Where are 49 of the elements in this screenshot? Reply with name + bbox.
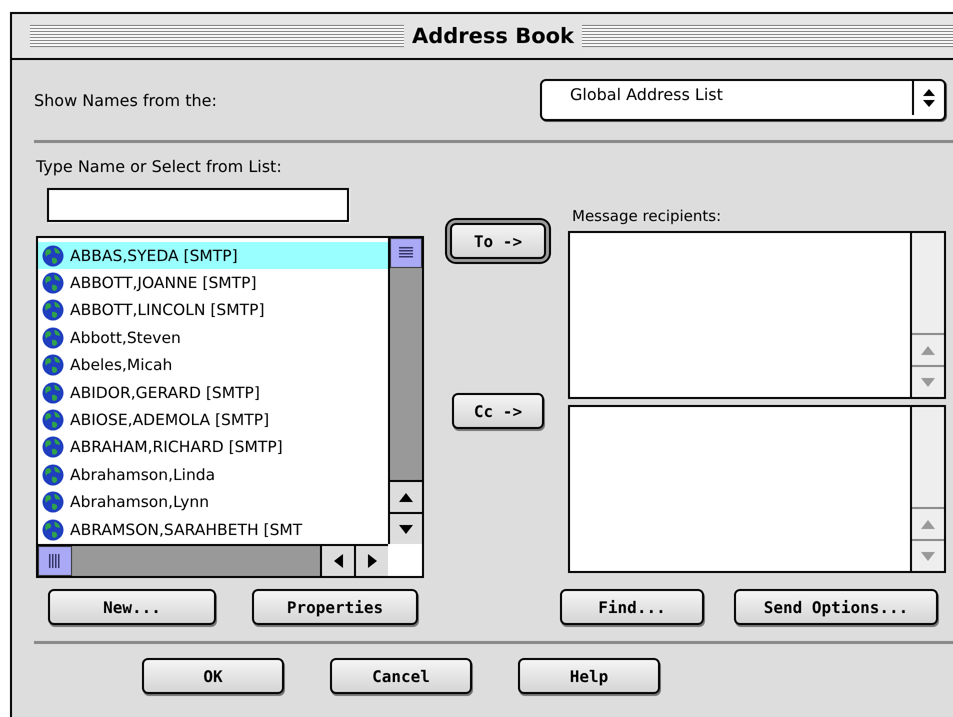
find-button[interactable]: Find... xyxy=(560,589,704,625)
new-button[interactable]: New... xyxy=(48,589,216,625)
down-arrow-icon[interactable] xyxy=(399,524,413,534)
globe-icon xyxy=(42,326,64,349)
contact-item[interactable]: ABRAHAM,RICHARD [SMTP] xyxy=(38,434,388,462)
recipients-label: Message recipients: xyxy=(572,207,722,225)
add-button[interactable]: Cc -> xyxy=(452,393,544,429)
source-label: Show Names from the: xyxy=(34,90,217,110)
scroll-thumb[interactable] xyxy=(390,238,422,268)
stepper-arrows-icon xyxy=(923,89,935,107)
recipient-list[interactable] xyxy=(568,405,946,573)
globe-icon xyxy=(42,464,64,486)
source-dropdown[interactable]: Global Address List xyxy=(540,79,946,121)
right-arrow-icon[interactable] xyxy=(368,554,376,568)
globe-icon xyxy=(42,299,64,322)
contact-item[interactable]: ABBAS,SYEDA [SMTP] xyxy=(38,242,388,270)
contact-item[interactable]: Abeles,Micah xyxy=(38,352,388,379)
contact-item[interactable]: ABBOTT,LINCOLN [SMTP] xyxy=(38,296,388,324)
contact-item[interactable]: ABBOTT,JOANNE [SMTP] xyxy=(38,269,388,297)
dialog-button[interactable]: Cancel xyxy=(330,658,472,694)
globe-icon xyxy=(42,272,64,294)
dialog-button[interactable]: OK xyxy=(142,658,284,694)
dialog-button[interactable]: Help xyxy=(518,658,660,694)
properties-button[interactable]: Properties xyxy=(252,589,418,625)
contact-item[interactable]: ABIDOR,GERARD [SMTP] xyxy=(38,378,388,406)
search-field[interactable] xyxy=(47,188,349,222)
globe-icon xyxy=(42,244,64,267)
globe-icon xyxy=(42,409,64,432)
search-label: Type Name or Select from List: xyxy=(36,157,283,176)
contact-item[interactable]: ABRAMSON,SARAHBETH [SMT xyxy=(38,516,388,544)
globe-icon xyxy=(42,436,64,458)
horizontal-scrollbar[interactable] xyxy=(38,544,388,576)
left-arrow-icon[interactable] xyxy=(334,554,342,568)
contact-item[interactable]: ABIOSE,ADEMOLA [SMTP] xyxy=(38,406,388,434)
globe-icon xyxy=(42,518,64,541)
vertical-scrollbar[interactable] xyxy=(388,238,422,544)
up-arrow-icon[interactable] xyxy=(399,492,413,502)
globe-icon xyxy=(42,382,64,404)
contact-item[interactable]: Abrahamson,Lynn xyxy=(38,488,388,516)
globe-icon xyxy=(42,491,64,514)
grip-icon xyxy=(399,247,413,259)
scroll-thumb[interactable] xyxy=(38,546,72,576)
window-title: Address Book xyxy=(412,24,574,48)
recipient-list[interactable] xyxy=(568,231,946,399)
send-options-button[interactable]: Send Options... xyxy=(734,589,938,625)
contact-item[interactable]: Abbott,Steven xyxy=(38,324,388,352)
globe-icon xyxy=(42,354,64,376)
grip-icon xyxy=(49,554,61,568)
contact-item[interactable]: Abrahamson,Linda xyxy=(38,461,388,489)
